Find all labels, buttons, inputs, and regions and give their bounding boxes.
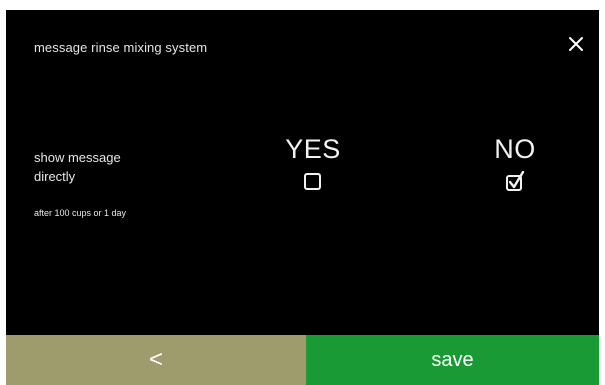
setting-label-line1: show message xyxy=(34,150,121,165)
option-yes[interactable]: YES xyxy=(263,135,363,193)
option-no-label: NO xyxy=(494,134,536,164)
checkbox-empty-icon[interactable] xyxy=(302,171,324,193)
setting-sublabel: after 100 cups or 1 day xyxy=(34,208,127,218)
back-button[interactable]: < xyxy=(6,335,306,385)
back-label: < xyxy=(148,346,163,373)
footer-bar: < save xyxy=(6,335,599,385)
dialog-title: message rinse mixing system xyxy=(34,40,208,55)
save-label: save xyxy=(431,348,474,371)
close-icon xyxy=(569,37,583,51)
save-button[interactable]: save xyxy=(306,335,599,385)
setting-label-line2: directly xyxy=(34,169,76,184)
settings-screen: message rinse mixing system show message… xyxy=(6,10,599,385)
option-no[interactable]: NO xyxy=(465,135,565,193)
checkbox-checked-icon[interactable] xyxy=(504,171,526,193)
option-yes-label: YES xyxy=(285,134,341,164)
setting-label: show message directly xyxy=(34,148,184,186)
close-button[interactable] xyxy=(566,34,586,54)
